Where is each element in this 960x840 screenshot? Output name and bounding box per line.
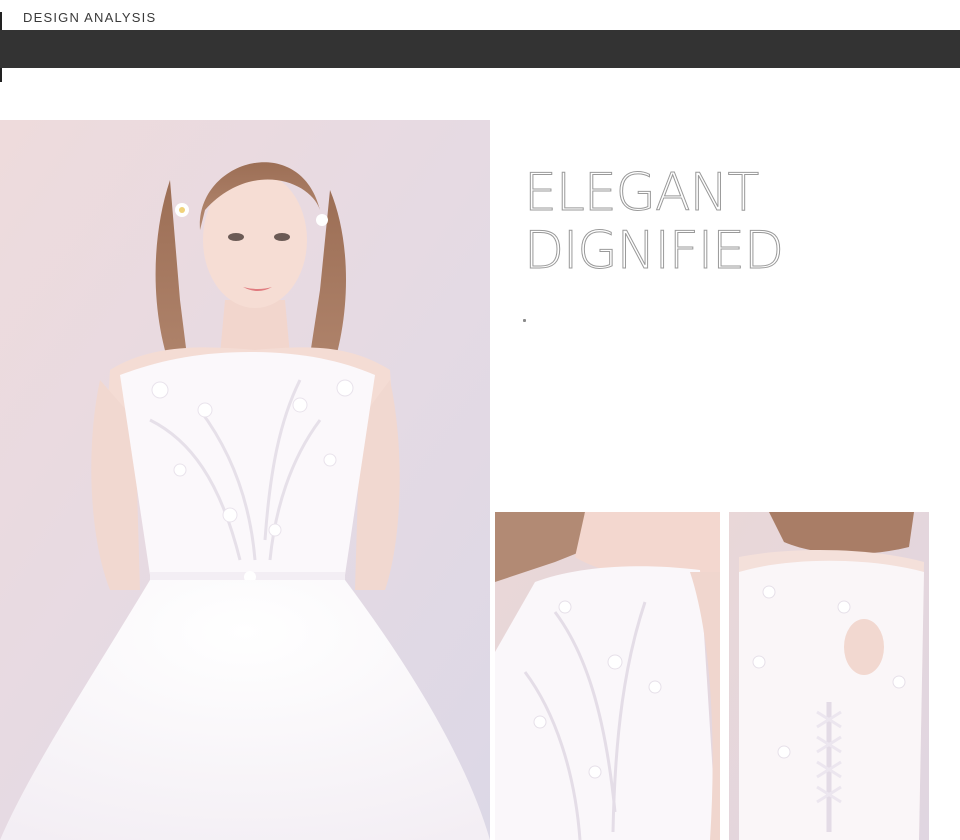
back-detail-photo — [729, 512, 929, 840]
headline-line-1: ELEGANT — [523, 163, 759, 223]
section-label: DESIGN ANALYSIS — [23, 10, 157, 25]
headline-line-2: DIGNIFIED — [523, 221, 784, 281]
header-bar — [0, 30, 960, 68]
decorative-dot — [523, 319, 526, 322]
front-detail-photo — [495, 512, 720, 840]
main-photo — [0, 120, 490, 840]
headline: ELEGANT DIGNIFIED — [523, 163, 784, 281]
